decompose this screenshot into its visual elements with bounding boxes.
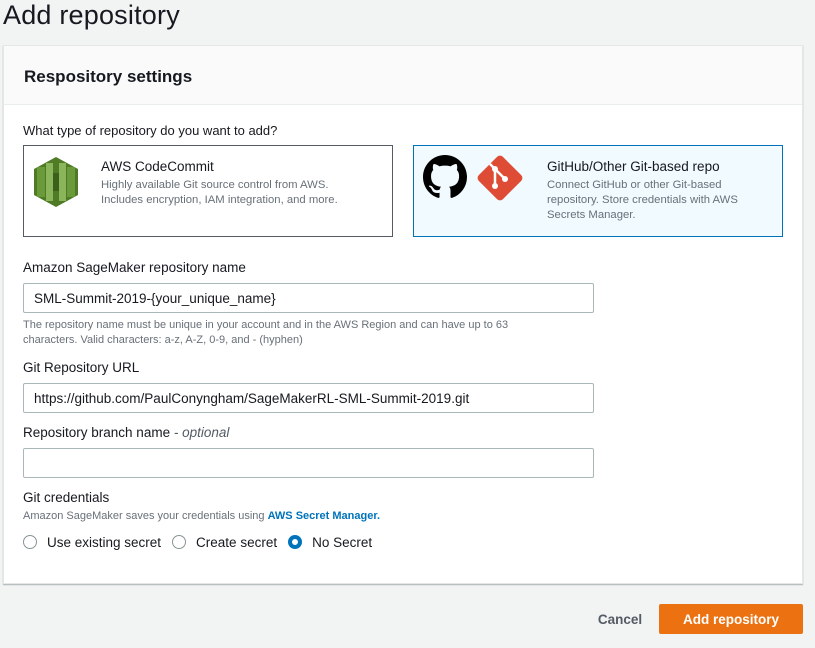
github-desc-line3: Secrets Manager. [547, 209, 636, 221]
radio-create-secret[interactable]: Create secret [172, 535, 277, 550]
radio-label: Use existing secret [47, 534, 162, 550]
radio-label: Create secret [196, 534, 278, 550]
branch-label-text: Repository branch name [23, 425, 171, 440]
radio-button-checked[interactable] [288, 535, 303, 549]
git-credentials-radio-group: Use existing secret Create secret No Sec… [23, 533, 383, 551]
git-credentials-label: Git credentials [23, 490, 110, 505]
add-repository-button[interactable]: Add repository [659, 604, 803, 634]
cancel-button[interactable]: Cancel [590, 604, 650, 634]
radio-no-secret[interactable]: No Secret [288, 535, 372, 550]
codecommit-icon [34, 157, 78, 207]
page-title: Add repository [3, 0, 180, 30]
repo-type-codecommit-tile[interactable]: AWS CodeCommit Highly available Git sour… [23, 145, 393, 237]
github-description: Connect GitHub or other Git-based reposi… [547, 178, 777, 223]
repo-name-hint: The repository name must be unique in yo… [23, 318, 603, 348]
repo-name-hint-line1: The repository name must be unique in yo… [23, 319, 509, 331]
github-icon [423, 155, 467, 199]
repo-name-input[interactable] [23, 283, 594, 313]
radio-use-existing-secret[interactable]: Use existing secret [23, 535, 161, 550]
git-url-label: Git Repository URL [23, 360, 140, 375]
codecommit-desc-line1: Highly available Git source control from… [101, 179, 329, 191]
codecommit-description: Highly available Git source control from… [101, 178, 381, 208]
aws-secret-manager-link[interactable]: AWS Secret Manager. [268, 510, 381, 522]
github-desc-line1: Connect GitHub or other Git-based [547, 179, 722, 191]
branch-input[interactable] [23, 448, 594, 478]
radio-button[interactable] [23, 535, 37, 549]
git-icon [476, 154, 524, 202]
panel-header: Respository settings [4, 46, 802, 105]
repo-type-question: What type of repository do you want to a… [23, 123, 278, 138]
branch-optional-text: - optional [173, 425, 230, 440]
git-credentials-hint-text: Amazon SageMaker saves your credentials … [23, 510, 265, 522]
codecommit-title: AWS CodeCommit [101, 159, 214, 174]
repository-settings-panel: Respository settings What type of reposi… [3, 45, 803, 584]
git-credentials-hint: Amazon SageMaker saves your credentials … [23, 509, 380, 524]
panel-title: Respository settings [24, 67, 193, 86]
repo-type-github-tile[interactable]: GitHub/Other Git-based repo Connect GitH… [413, 145, 783, 237]
repo-name-hint-line2: characters. Valid characters: a-z, A-Z, … [23, 334, 303, 346]
repo-name-label: Amazon SageMaker repository name [23, 260, 246, 275]
radio-button[interactable] [172, 535, 187, 549]
codecommit-desc-line2: Includes encryption, IAM integration, an… [101, 194, 338, 206]
git-url-input[interactable] [23, 383, 594, 413]
github-desc-line2: repository. Store credentials with AWS [547, 194, 738, 206]
radio-label: No Secret [312, 534, 373, 550]
github-title: GitHub/Other Git-based repo [547, 159, 720, 174]
branch-label: Repository branch name - optional [23, 425, 229, 440]
